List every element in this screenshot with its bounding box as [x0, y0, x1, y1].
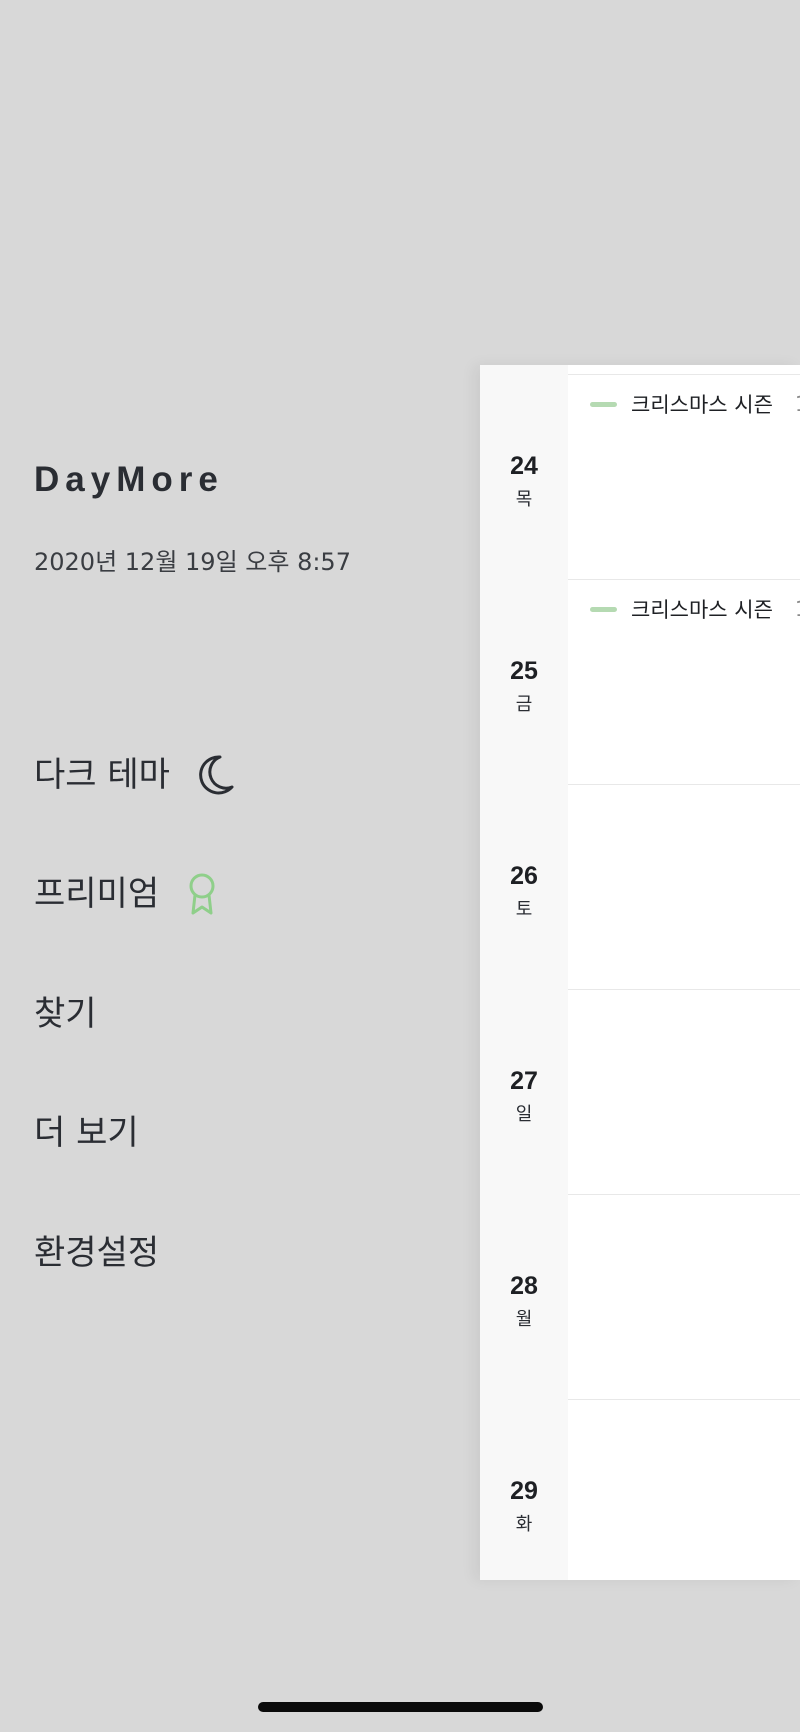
home-indicator[interactable]: [258, 1702, 543, 1712]
day-weekday: 목: [515, 489, 533, 510]
day-weekday: 금: [515, 694, 533, 715]
day-weekday: 토: [515, 899, 533, 920]
day-weekday: 일: [515, 1104, 533, 1125]
day-weekday: 화: [515, 1514, 533, 1535]
menu-item-search[interactable]: 찾기: [34, 992, 97, 1036]
day-row[interactable]: 29 화: [480, 1400, 800, 1580]
event-extra: 1: [795, 597, 800, 621]
event-item[interactable]: 크리스마스 시즌 1: [590, 389, 800, 419]
calendar-preview[interactable]: 24 목 크리스마스 시즌 1 25 금 크리스마스 시즌 1 26 토 27 …: [480, 365, 800, 1580]
menu-item-label: 환경설정: [34, 1233, 160, 1273]
menu-item-settings[interactable]: 환경설정: [34, 1231, 159, 1275]
day-row[interactable]: 28 월: [480, 1195, 800, 1400]
day-row[interactable]: 24 목 크리스마스 시즌 1: [480, 375, 800, 580]
event-title: 크리스마스 시즌: [631, 393, 773, 417]
menu-item-label: 다크 테마: [34, 755, 170, 795]
menu-item-more[interactable]: 더 보기: [34, 1111, 139, 1155]
day-number: 27: [510, 1067, 538, 1095]
menu-item-dark-theme[interactable]: 다크 테마: [34, 753, 236, 797]
current-datetime: 2020년 12월 19일 오후 8:57: [34, 548, 351, 576]
day-number: 28: [510, 1272, 538, 1300]
menu-item-label: 프리미엄: [34, 874, 160, 914]
event-color-bar: [590, 401, 617, 407]
ribbon-award-icon: [185, 872, 219, 916]
day-number: 26: [510, 862, 538, 890]
event-extra: 1: [795, 392, 800, 416]
day-row[interactable]: 27 일: [480, 990, 800, 1195]
day-number: 24: [510, 452, 538, 480]
day-row[interactable]: 26 토: [480, 785, 800, 990]
event-title: 크리스마스 시즌: [631, 598, 773, 622]
event-color-bar: [590, 606, 617, 612]
event-item[interactable]: 크리스마스 시즌 1: [590, 594, 800, 624]
day-row[interactable]: 25 금 크리스마스 시즌 1: [480, 580, 800, 785]
menu-item-premium[interactable]: 프리미엄: [34, 872, 219, 916]
moon-icon: [196, 753, 236, 797]
day-number: 25: [510, 657, 538, 685]
day-weekday: 월: [515, 1309, 533, 1330]
menu-item-label: 찾기: [34, 994, 97, 1034]
side-menu: DayMore 2020년 12월 19일 오후 8:57 다크 테마 프리미엄…: [0, 0, 470, 1732]
app-title: DayMore: [34, 460, 224, 499]
menu-item-label: 더 보기: [34, 1113, 139, 1153]
day-number: 29: [510, 1477, 538, 1505]
